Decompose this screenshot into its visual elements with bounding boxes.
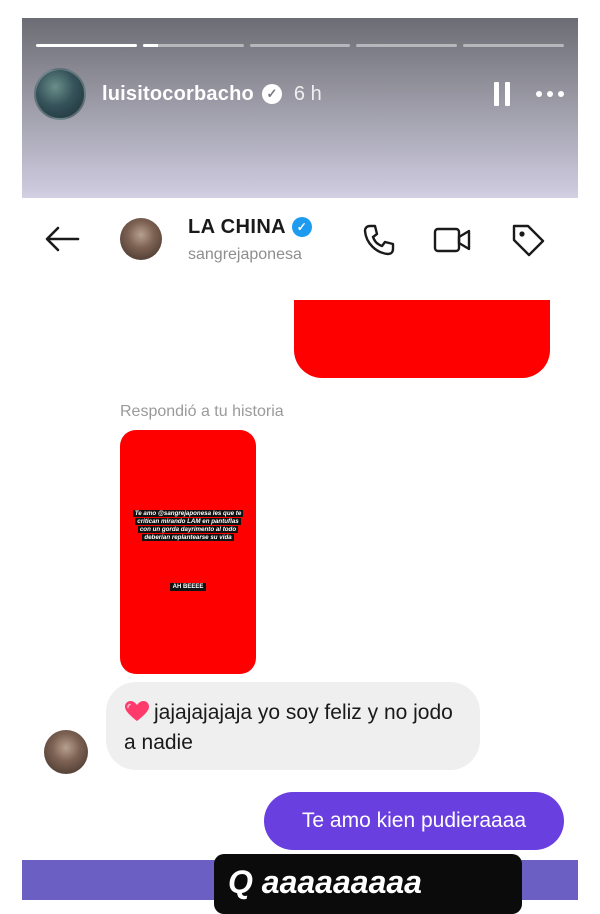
story-progress-segment bbox=[356, 44, 458, 47]
video-icon[interactable] bbox=[432, 220, 472, 260]
verified-badge-icon: ✓ bbox=[292, 217, 313, 237]
sender-avatar bbox=[44, 730, 88, 774]
story-avatar[interactable] bbox=[34, 68, 86, 120]
story-thumbnail-text: Te amo @sangrejaponesa les que te critic… bbox=[132, 510, 244, 541]
story-progress bbox=[36, 44, 564, 47]
story-progress-segment bbox=[249, 44, 351, 47]
sent-story-media[interactable] bbox=[294, 300, 550, 378]
sent-message[interactable]: Te amo kien pudieraaaa bbox=[264, 792, 564, 850]
back-arrow-icon[interactable] bbox=[42, 224, 82, 254]
contact-name[interactable]: LA CHINA ✓ bbox=[188, 216, 313, 239]
contact-avatar[interactable] bbox=[120, 218, 162, 260]
replied-to-story-label: Respondió a tu historia bbox=[120, 403, 284, 420]
story-thumbnail-subtext: AH BEEEE bbox=[120, 583, 256, 591]
story-progress-segment bbox=[463, 44, 564, 47]
phone-icon[interactable] bbox=[358, 220, 398, 260]
received-message-text: jajajajajaja yo soy feliz y no jodo a na… bbox=[124, 701, 453, 754]
verified-badge-icon: ✓ bbox=[261, 84, 282, 104]
story-username[interactable]: luisitocorbacho bbox=[102, 83, 254, 106]
story-caption: Q aaaaaaaaa bbox=[214, 854, 522, 914]
contact-name-text: LA CHINA bbox=[188, 216, 287, 238]
contact-username: sangrejaponesa bbox=[188, 246, 302, 263]
story-progress-segment bbox=[36, 44, 137, 47]
pause-icon[interactable] bbox=[494, 82, 510, 106]
tag-icon[interactable] bbox=[508, 220, 548, 260]
heart-icon bbox=[125, 701, 149, 721]
dm-header: LA CHINA ✓ sangrejaponesa bbox=[22, 198, 578, 288]
received-message[interactable]: jajajajajaja yo soy feliz y no jodo a na… bbox=[106, 682, 480, 770]
story-time: 6 h bbox=[293, 82, 322, 105]
story-header: luisitocorbacho ✓ 6 h bbox=[34, 68, 564, 120]
dm-screenshot: LA CHINA ✓ sangrejaponesa Respondió a tu … bbox=[22, 198, 578, 860]
story-progress-fill bbox=[36, 44, 137, 47]
story-frame: luisitocorbacho ✓ 6 h LA CHINA ✓ sangreja… bbox=[22, 18, 578, 900]
story-progress-fill bbox=[142, 44, 158, 47]
story-progress-segment bbox=[142, 44, 244, 47]
story-reply-thumbnail[interactable]: Te amo @sangrejaponesa les que te critic… bbox=[120, 430, 256, 674]
more-icon[interactable] bbox=[536, 91, 564, 97]
